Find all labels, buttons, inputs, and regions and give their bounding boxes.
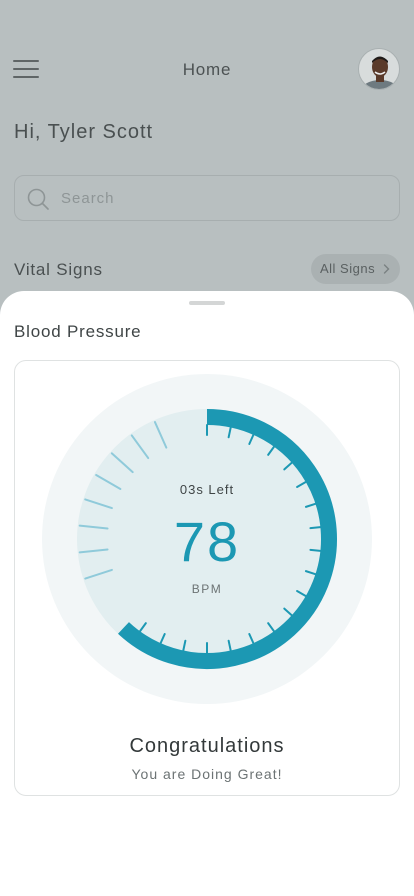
bottom-sheet: Blood Pressure 03s Left 78 BPM Congratul… xyxy=(0,291,414,896)
search-input[interactable] xyxy=(61,176,381,220)
all-signs-label: All Signs xyxy=(320,261,376,276)
bpm-value: 78 xyxy=(174,510,240,573)
bpm-gauge: 03s Left 78 BPM xyxy=(42,374,372,704)
congratulations-subtitle: You are Doing Great! xyxy=(131,766,283,782)
search-icon xyxy=(27,188,49,210)
gauge-tick-active xyxy=(309,526,322,530)
greeting-text: Hi, Tyler Scott xyxy=(14,121,154,143)
page-title: Home xyxy=(182,60,232,79)
measurement-card: 03s Left 78 BPM Congratulations You are … xyxy=(14,360,400,796)
congratulations-title: Congratulations xyxy=(129,735,285,757)
gauge-tick-active xyxy=(309,548,322,552)
chevron-right-icon xyxy=(383,264,390,274)
bpm-unit-label: BPM xyxy=(192,582,223,596)
user-avatar[interactable] xyxy=(358,48,400,90)
vital-signs-heading: Vital Signs xyxy=(14,260,103,279)
time-left-label: 03s Left xyxy=(180,482,234,497)
all-signs-button[interactable]: All Signs xyxy=(311,254,400,284)
search-bar xyxy=(14,175,400,221)
sheet-title: Blood Pressure xyxy=(14,322,142,341)
sheet-drag-handle[interactable] xyxy=(189,301,225,305)
